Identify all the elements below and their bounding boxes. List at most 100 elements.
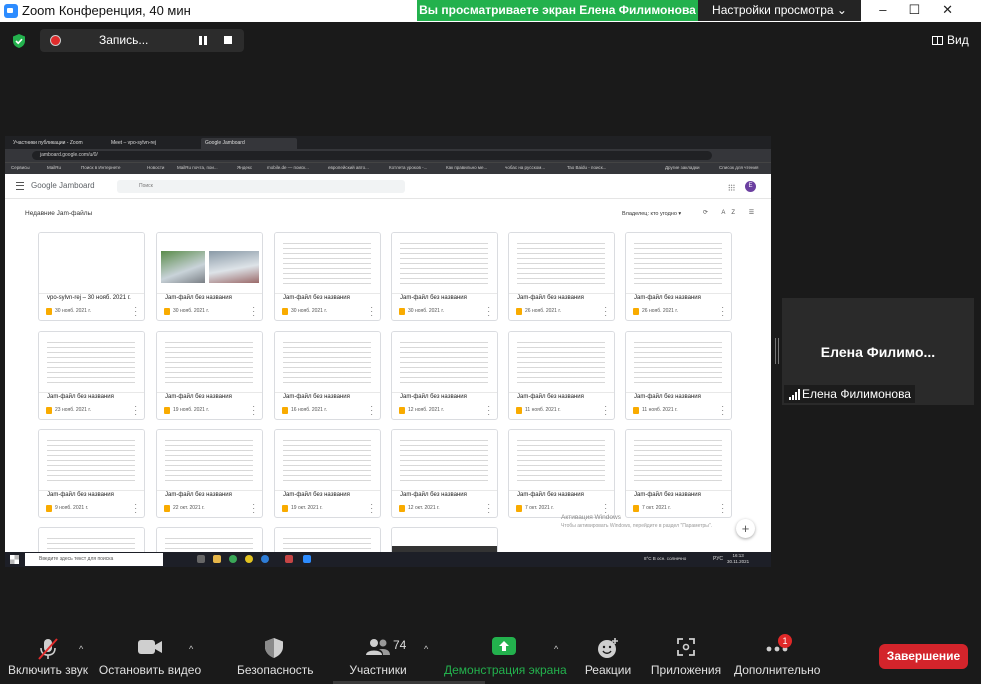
card-more-icon[interactable]: · · · — [721, 501, 724, 517]
account-avatar[interactable]: E — [745, 181, 756, 192]
card-more-icon[interactable]: · · · — [604, 304, 607, 320]
bookmark[interactable]: mobile.de — поиск... — [267, 165, 309, 170]
jam-file-card[interactable]: Jam-файл без названия 11 нояб. 2021 г. ·… — [625, 331, 732, 420]
card-thumbnail — [626, 430, 731, 491]
card-more-icon[interactable]: · · · — [487, 403, 490, 419]
reactions-smiley-icon — [598, 638, 618, 658]
card-more-icon[interactable]: · · · — [134, 403, 137, 419]
security-shield-icon[interactable] — [11, 33, 27, 49]
bookmark[interactable]: Другие закладки — [665, 165, 699, 170]
jam-file-card[interactable]: Jam-файл без названия 16 нояб. 2021 г. ·… — [274, 331, 381, 420]
card-more-icon[interactable]: · · · — [487, 304, 490, 320]
jam-file-card[interactable]: Jam-файл без названия 7 окт. 2021 г. · · · — [625, 429, 732, 518]
bookmark[interactable]: европейский авто... — [328, 165, 369, 170]
file-explorer-icon[interactable] — [213, 555, 221, 563]
bookmark[interactable]: Список для чтения — [719, 165, 758, 170]
card-more-icon[interactable]: · · · — [370, 403, 373, 419]
jam-file-card[interactable]: Jam-файл без названия 22 окт. 2021 г. · ·… — [156, 429, 263, 518]
task-view-icon[interactable] — [197, 555, 205, 563]
bookmark[interactable]: чобас на русском... — [505, 165, 545, 170]
jam-file-card[interactable]: Jam-файл без названия 26 нояб. 2021 г. ·… — [625, 232, 732, 321]
jamboard-search-input[interactable]: Поиск — [117, 180, 405, 193]
participants-options-caret[interactable]: ^ — [424, 644, 428, 654]
weather-widget[interactable]: 8°C В осн. солнечно — [644, 556, 686, 561]
security-button[interactable]: Безопасность — [237, 630, 314, 684]
edge-icon[interactable] — [261, 555, 269, 563]
app-icon[interactable] — [285, 555, 293, 563]
apps-button[interactable]: Приложения — [650, 630, 722, 684]
taskbar-clock[interactable]: 16:13 30.11.2021 — [727, 553, 749, 565]
view-options-dropdown[interactable]: Настройки просмотра ⌄ — [698, 0, 861, 21]
share-screen-button[interactable]: Демонстрация экрана — [444, 630, 567, 684]
bookmark[interactable]: MailRu почта, пои... — [177, 165, 218, 170]
jam-file-card[interactable]: Jam-файл без названия 7 окт. 2021 г. · · · — [508, 429, 615, 518]
menu-icon[interactable] — [16, 182, 24, 190]
jam-file-card[interactable]: Jam-файл без названия 12 окт. 2021 г. · ·… — [391, 429, 498, 518]
panel-resize-handle[interactable] — [775, 338, 779, 364]
jamboard-file-icon — [282, 407, 288, 414]
card-more-icon[interactable]: · · · — [134, 304, 137, 320]
windows-start-icon[interactable] — [10, 555, 19, 564]
browser-tab[interactable]: Meet – vpo-sylvn-rej — [107, 138, 203, 149]
jam-file-card[interactable]: Jam-файл без названия 30 нояб. 2021 г. ·… — [156, 232, 263, 321]
browser-tab-active[interactable]: Google Jamboard — [201, 138, 297, 149]
yandex-browser-icon[interactable] — [245, 555, 253, 563]
jam-file-card[interactable]: Jam-файл без названия 19 окт. 2021 г. · ·… — [274, 429, 381, 518]
bookmark[interactable]: MailRu — [47, 165, 61, 170]
card-more-icon[interactable]: · · · — [370, 304, 373, 320]
card-more-icon[interactable]: · · · — [370, 501, 373, 517]
jam-file-card[interactable]: Jam-файл без названия 23 нояб. 2021 г. ·… — [38, 331, 145, 420]
card-more-icon[interactable]: · · · — [252, 403, 255, 419]
jam-file-card[interactable]: Jam-файл без названия 30 нояб. 2021 г. ·… — [391, 232, 498, 321]
bookmark[interactable]: Сервисы — [11, 165, 30, 170]
bookmark[interactable]: Как правильно ме... — [446, 165, 487, 170]
browser-tab[interactable]: Участники публикации - Zoom — [9, 138, 109, 149]
sort-view-icons[interactable]: ⟳ AZ ☰ — [703, 209, 760, 216]
reactions-button[interactable]: Реакции — [580, 630, 636, 684]
unmute-button[interactable]: Включить звук — [0, 630, 96, 684]
jam-file-card[interactable]: Jam-файл без названия 30 нояб. 2021 г. ·… — [274, 232, 381, 321]
bookmark[interactable]: Новости — [147, 165, 164, 170]
bookmark[interactable]: Яндекс — [237, 165, 252, 170]
chrome-icon[interactable] — [229, 555, 237, 563]
share-screen-label: Демонстрация экрана — [444, 663, 567, 677]
maximize-button[interactable]: ☐ — [908, 2, 942, 17]
card-more-icon[interactable]: · · · — [604, 403, 607, 419]
jam-file-card[interactable]: Jam-файл без названия 19 нояб. 2021 г. ·… — [156, 331, 263, 420]
bookmark[interactable]: Котлета уроков -... — [389, 165, 427, 170]
card-more-icon[interactable]: · · · — [721, 403, 724, 419]
bookmark[interactable]: Tao Baidu - поиск... — [567, 165, 606, 170]
card-more-icon[interactable]: · · · — [252, 501, 255, 517]
minimize-button[interactable]: – — [879, 2, 908, 17]
taskbar-search-input[interactable]: Введите здесь текст для поиска — [25, 553, 163, 566]
card-more-icon[interactable]: · · · — [721, 304, 724, 320]
language-indicator[interactable]: РУС — [713, 556, 723, 562]
card-more-icon[interactable]: · · · — [134, 501, 137, 517]
jam-file-card[interactable]: Jam-файл без названия 26 нояб. 2021 г. ·… — [508, 232, 615, 321]
video-options-caret[interactable]: ^ — [189, 644, 193, 654]
jam-file-card[interactable]: Jam-файл без названия 11 нояб. 2021 г. ·… — [508, 331, 615, 420]
zoom-taskbar-icon[interactable] — [303, 555, 311, 563]
bookmark[interactable]: Поиск в Интернете — [81, 165, 120, 170]
audio-options-caret[interactable]: ^ — [79, 644, 83, 654]
participant-video-tile[interactable]: Елена Филимо... Елена Филимонова — [782, 298, 974, 405]
new-jam-button[interactable]: + — [736, 519, 755, 538]
card-thumbnail — [275, 332, 380, 393]
jam-file-card[interactable]: Jam-файл без названия 12 нояб. 2021 г. ·… — [391, 331, 498, 420]
apps-grid-icon[interactable] — [728, 184, 735, 191]
address-bar[interactable]: jamboard.google.com/u/0/ — [32, 151, 712, 160]
card-more-icon[interactable]: · · · — [252, 304, 255, 320]
view-button[interactable]: Вид — [932, 33, 969, 47]
owner-filter-dropdown[interactable]: Владелец: кто угодно ▾ — [622, 211, 681, 217]
jam-file-card[interactable]: vpo-sylvn-rej – 30 нояб. 2021 г. 30 нояб… — [38, 232, 145, 321]
stop-video-button[interactable]: Остановить видео — [98, 630, 202, 684]
more-button[interactable]: Дополнительно — [734, 630, 820, 684]
pause-recording-button[interactable] — [199, 36, 207, 45]
card-more-icon[interactable]: · · · — [487, 501, 490, 517]
close-button[interactable]: ✕ — [942, 2, 975, 17]
participant-name-bar: Елена Филимонова — [784, 385, 915, 403]
share-options-caret[interactable]: ^ — [554, 644, 558, 654]
end-meeting-button[interactable]: Завершение — [879, 644, 968, 669]
jam-file-card[interactable]: Jam-файл без названия 9 нояб. 2021 г. · ·… — [38, 429, 145, 518]
stop-recording-button[interactable] — [224, 36, 232, 44]
